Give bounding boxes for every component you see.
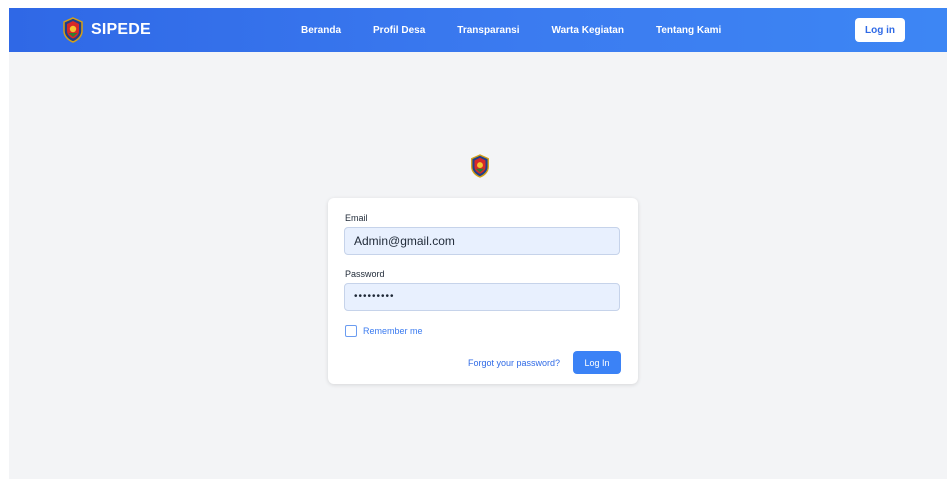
- nav-link-transparansi[interactable]: Transparansi: [457, 25, 519, 36]
- nav-link-warta-kegiatan[interactable]: Warta Kegiatan: [552, 25, 624, 36]
- village-emblem-icon: [63, 17, 83, 43]
- nav-link-profil-desa[interactable]: Profil Desa: [373, 25, 425, 36]
- village-emblem-icon: [471, 154, 489, 178]
- login-submit-button[interactable]: Log In: [573, 351, 621, 374]
- navbar-login-button[interactable]: Log in: [855, 18, 905, 42]
- brand-name: SIPEDE: [91, 21, 151, 38]
- nav-link-tentang-kami[interactable]: Tentang Kami: [656, 25, 721, 36]
- login-card: Email Admin@gmail.com Password •••••••••…: [328, 198, 638, 384]
- brand[interactable]: SIPEDE: [61, 17, 151, 43]
- email-field[interactable]: Admin@gmail.com: [344, 227, 620, 255]
- email-label: Email: [345, 213, 368, 223]
- remember-me-checkbox[interactable]: [345, 325, 357, 337]
- page-frame: SIPEDE Beranda Profil Desa Transparansi …: [9, 8, 947, 479]
- forgot-password-link[interactable]: Forgot your password?: [468, 358, 560, 368]
- nav-link-beranda[interactable]: Beranda: [301, 25, 341, 36]
- password-label: Password: [345, 269, 385, 279]
- remember-me-label: Remember me: [363, 326, 423, 336]
- top-navbar: SIPEDE Beranda Profil Desa Transparansi …: [9, 8, 947, 52]
- nav-links: Beranda Profil Desa Transparansi Warta K…: [301, 8, 753, 52]
- remember-me[interactable]: Remember me: [345, 325, 423, 337]
- password-field[interactable]: •••••••••: [344, 283, 620, 311]
